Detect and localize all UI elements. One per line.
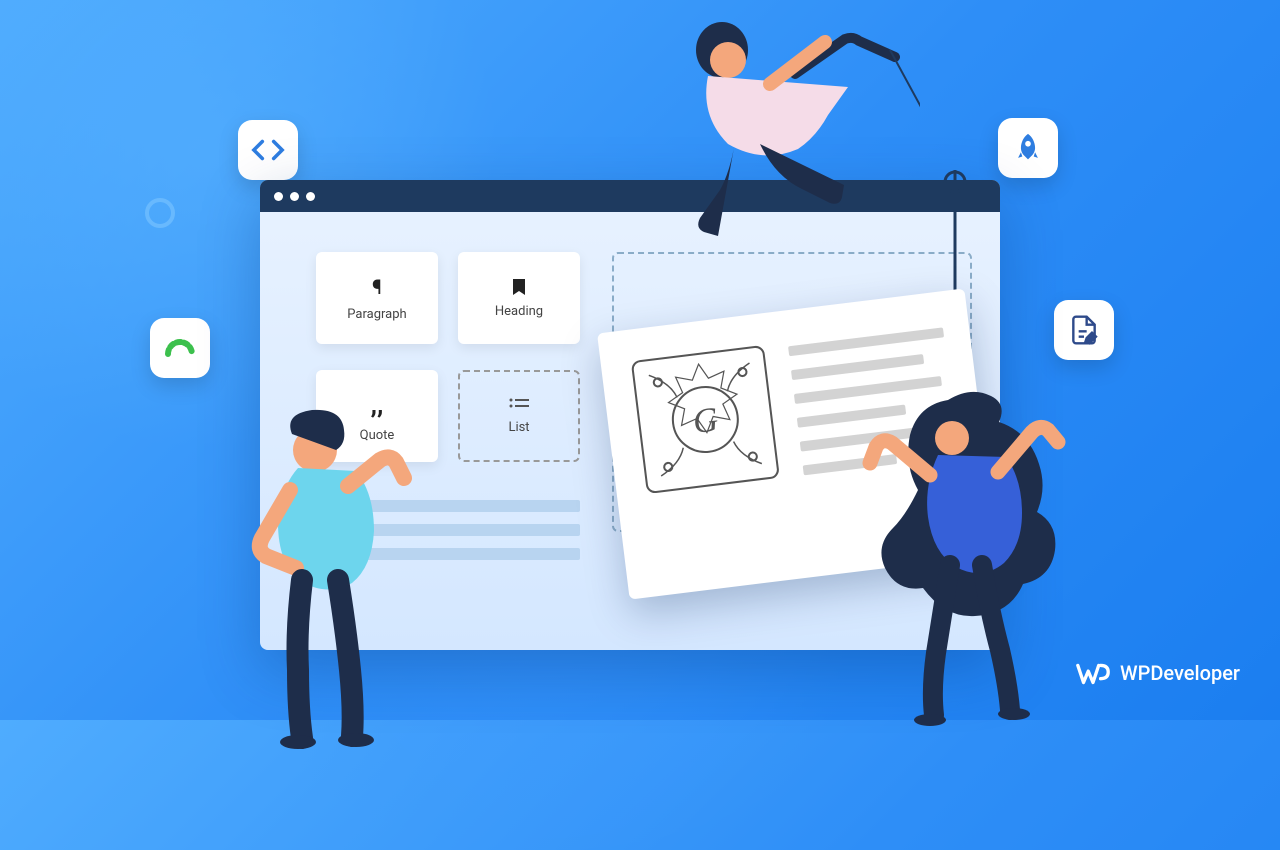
svg-text:G: G	[691, 400, 720, 441]
gauge-icon	[150, 318, 210, 378]
gutenberg-ornament-icon: G	[626, 339, 785, 500]
block-list[interactable]: List	[458, 370, 580, 462]
rocket-icon	[998, 118, 1058, 178]
card-placeholder-lines	[787, 317, 968, 550]
doc-edit-icon	[1054, 300, 1114, 360]
block-label: Heading	[495, 304, 543, 319]
block-heading[interactable]: Heading	[458, 252, 580, 344]
placeholder-lines	[290, 500, 580, 572]
quote-icon: ,,	[371, 390, 384, 420]
content-card[interactable]: G	[597, 288, 997, 599]
block-label: Paragraph	[347, 307, 406, 322]
brand-text: WPDeveloper	[1120, 661, 1240, 685]
block-paragraph[interactable]: ¶ Paragraph	[316, 252, 438, 344]
code-icon	[238, 120, 298, 180]
block-label: Quote	[360, 428, 395, 443]
bookmark-icon	[512, 278, 526, 296]
paragraph-icon: ¶	[372, 275, 382, 299]
decorative-ring	[145, 198, 175, 228]
list-icon	[509, 398, 529, 412]
browser-window: ¶ Paragraph Heading ,, Quote List G	[260, 180, 1000, 650]
browser-title-bar	[260, 180, 1000, 212]
wpdeveloper-icon	[1074, 654, 1112, 692]
block-label: List	[508, 420, 529, 435]
block-quote[interactable]: ,, Quote	[316, 370, 438, 462]
brand-logo: WPDeveloper	[1074, 654, 1240, 692]
